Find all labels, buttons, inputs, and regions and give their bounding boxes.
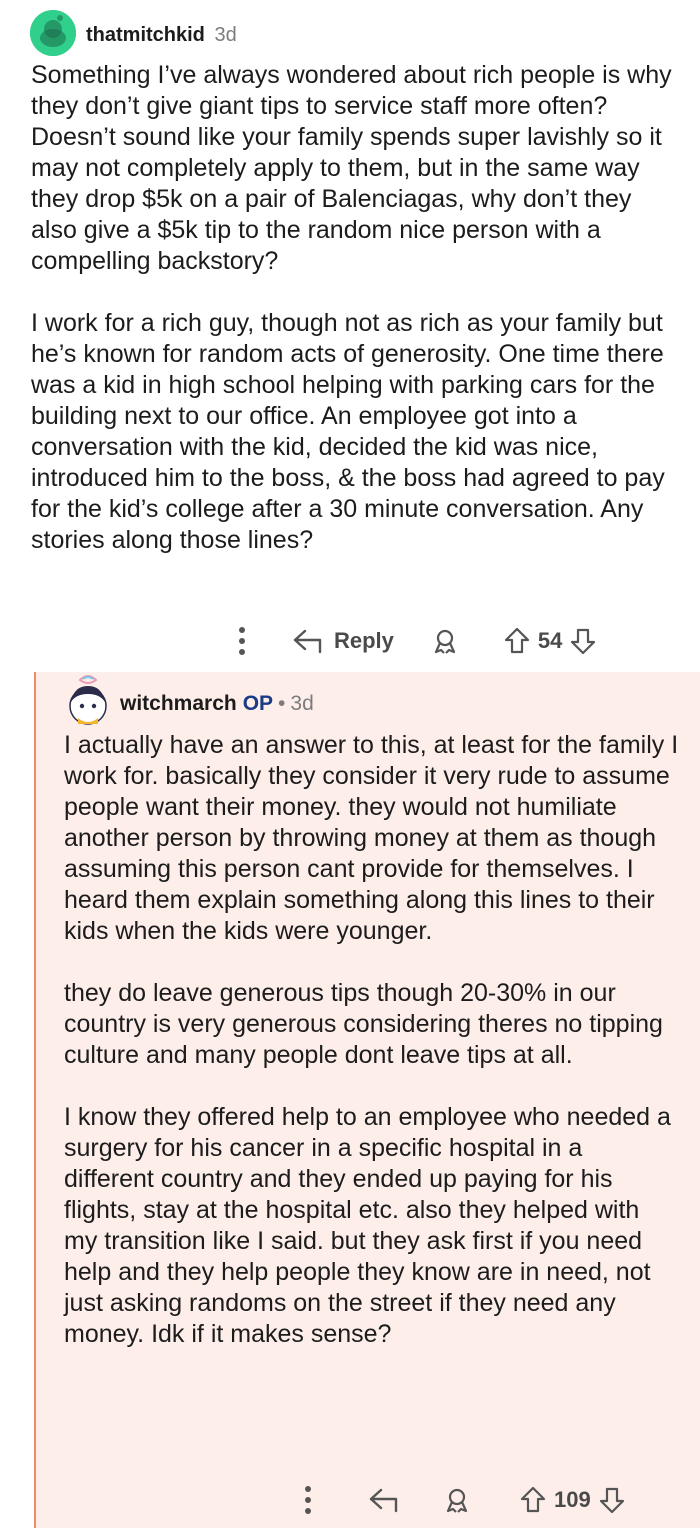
upvote-icon[interactable] [504, 627, 530, 655]
comment-age: 3d [214, 24, 237, 46]
comment-actions: 109 [304, 1480, 625, 1520]
comment-body: I actually have an answer to this, at le… [64, 730, 679, 1381]
vote-count: 109 [554, 1487, 591, 1512]
upvote-icon[interactable] [520, 1486, 546, 1514]
comment-age: 3d [290, 692, 314, 715]
award-icon[interactable] [432, 628, 458, 654]
comment-body: Something I’ve always wondered about ric… [31, 60, 681, 587]
comment-witchmarch: witchmarch OP • 3d I actually have an answe… [36, 672, 700, 1528]
comment-paragraph: I actually have an answer to this, at le… [64, 731, 679, 945]
comment-paragraph: I work for a rich guy, though not as ric… [31, 309, 665, 554]
comment-paragraph: I know they offered help to an employee … [64, 1103, 671, 1348]
comment-thatmitchkid: thatmitchkid 3d Something I’ve always wo… [0, 0, 700, 660]
username[interactable]: witchmarch [120, 692, 237, 715]
reply-label: Reply [334, 628, 394, 653]
more-options-icon[interactable] [304, 1485, 312, 1515]
reply-arrow-icon [292, 628, 324, 654]
snoo-avatar-icon[interactable] [30, 10, 76, 56]
op-badge: OP [242, 692, 274, 715]
user-avatar[interactable] [66, 675, 110, 728]
award-icon[interactable] [444, 1487, 470, 1513]
comment-meta: witchmarch OP • 3d [120, 692, 314, 716]
username[interactable]: thatmitchkid [86, 24, 205, 46]
vote-count: 54 [537, 628, 563, 653]
reply-button[interactable]: Reply [292, 628, 394, 654]
comment-paragraph: they do leave generous tips though 20-30… [64, 979, 663, 1069]
comment-paragraph: Something I’ve always wondered about ric… [31, 61, 672, 275]
downvote-icon[interactable] [599, 1486, 625, 1514]
meta-separator: • [278, 692, 286, 715]
more-options-icon[interactable] [238, 626, 246, 656]
comment-actions: Reply 54 [238, 621, 596, 661]
reply-arrow-icon [368, 1487, 400, 1513]
downvote-icon[interactable] [570, 627, 596, 655]
reply-button[interactable] [368, 1487, 400, 1513]
comment-meta: thatmitchkid 3d [86, 24, 237, 47]
